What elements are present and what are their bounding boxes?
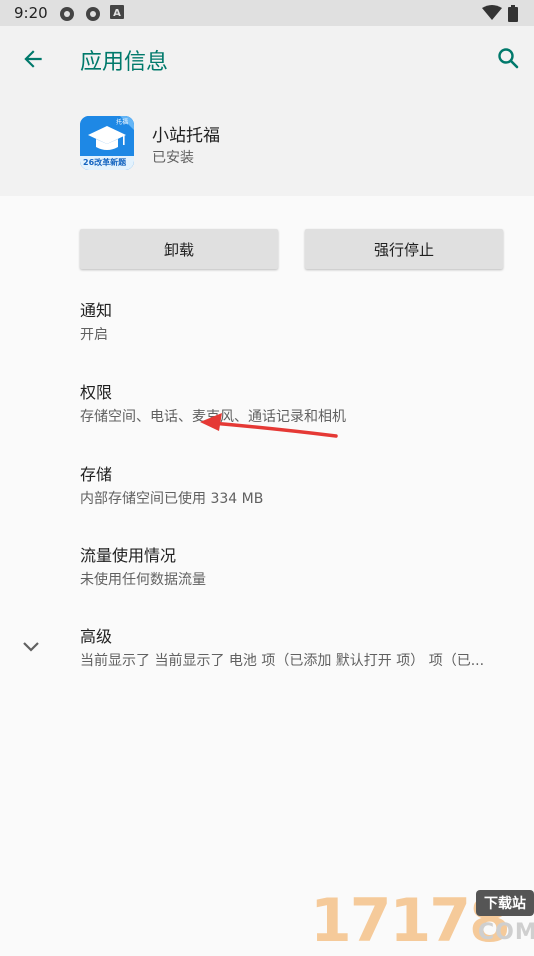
setting-title: 通知 [80,301,113,320]
app-header: 应用信息 26改革新题 托福 小站托福 已安装 [0,26,534,196]
page-title: 应用信息 [80,50,169,75]
setting-notifications[interactable]: 通知 开启 [80,300,520,345]
arrow-back-icon[interactable] [20,46,46,72]
app-icon-badge: 26改革新题 [83,158,127,167]
setting-subtitle: 当前显示了 当前显示了 电池 项（已添加 默认打开 项） 项（已... [80,653,485,669]
gear-icon [60,7,74,21]
setting-data-usage[interactable]: 流量使用情况 未使用任何数据流量 [80,545,520,590]
app-icon: 26改革新题 托福 [80,116,134,170]
svg-text:A: A [113,8,121,19]
uninstall-button[interactable]: 卸载 [80,229,278,269]
app-name: 小站托福 [152,126,220,146]
status-time: 9:20 [14,4,48,22]
setting-subtitle: 开启 [80,327,108,343]
watermark-badge: 下载站 [476,890,534,916]
battery-icon [508,5,518,22]
setting-subtitle: 未使用任何数据流量 [80,572,206,588]
gear-icon [86,7,100,21]
force-stop-button[interactable]: 强行停止 [305,229,503,269]
setting-title: 高级 [80,627,113,646]
chevron-down-icon[interactable] [22,640,40,654]
setting-advanced[interactable]: 高级 当前显示了 当前显示了 电池 项（已添加 默认打开 项） 项（已... [80,626,520,671]
app-install-status: 已安装 [152,150,194,166]
setting-permissions[interactable]: 权限 存储空间、电话、麦克风、通话记录和相机 [80,382,520,427]
search-icon[interactable] [496,46,520,70]
wifi-icon [482,5,502,20]
setting-title: 存储 [80,465,113,484]
status-bar: 9:20 A [0,0,534,26]
setting-subtitle: 内部存储空间已使用 334 MB [80,491,264,507]
setting-storage[interactable]: 存储 内部存储空间已使用 334 MB [80,464,520,509]
setting-title: 权限 [80,383,113,402]
setting-subtitle: 存储空间、电话、麦克风、通话记录和相机 [80,409,346,425]
watermark-logo: 17178 下载站 COM [310,886,534,956]
a-icon: A [110,5,124,19]
setting-title: 流量使用情况 [80,546,177,565]
app-icon-tag: 托福 [116,119,129,126]
watermark-suffix: COM [478,920,534,945]
